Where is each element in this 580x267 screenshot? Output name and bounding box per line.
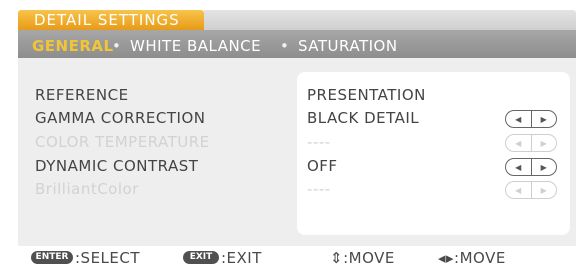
exit-key-icon: EXIT bbox=[183, 251, 219, 264]
menu-title-tab: DETAIL SETTINGS bbox=[18, 10, 204, 30]
title-strip bbox=[204, 10, 576, 30]
enter-action-label: :SELECT bbox=[75, 249, 141, 267]
tab-general[interactable]: GENERAL bbox=[32, 37, 114, 55]
enter-key-icon: ENTER bbox=[31, 251, 73, 264]
color-temperature-stepper: ◀ ▶ bbox=[505, 134, 557, 152]
tab-white-balance[interactable]: WHITE BALANCE bbox=[130, 37, 261, 55]
dynamic-contrast-stepper[interactable]: ◀ ▶ bbox=[505, 158, 557, 176]
row-value-brilliantcolor: ---- bbox=[307, 180, 331, 198]
stepper-left-icon: ◀ bbox=[515, 185, 522, 195]
tab-saturation[interactable]: SATURATION bbox=[298, 37, 398, 55]
gamma-correction-stepper[interactable]: ◀ ▶ bbox=[505, 110, 557, 128]
help-bar: ENTER :SELECT EXIT :EXIT ⇕:MOVE ◂▸:MOVE bbox=[18, 246, 576, 267]
row-label-brilliantcolor: BrilliantColor bbox=[35, 180, 139, 198]
menu-title: DETAIL SETTINGS bbox=[34, 11, 180, 29]
stepper-right-icon[interactable]: ▶ bbox=[532, 111, 557, 127]
tab-bar: GENERAL • WHITE BALANCE • SATURATION bbox=[18, 30, 576, 58]
row-label-dynamic-contrast[interactable]: DYNAMIC CONTRAST bbox=[35, 157, 198, 175]
exit-action-label: :EXIT bbox=[221, 249, 262, 267]
row-value-gamma-correction: BLACK DETAIL bbox=[307, 109, 420, 127]
row-value-color-temperature: ---- bbox=[307, 133, 331, 151]
row-label-reference[interactable]: REFERENCE bbox=[35, 86, 129, 104]
row-label-gamma-correction[interactable]: GAMMA CORRECTION bbox=[35, 109, 206, 127]
row-value-dynamic-contrast: OFF bbox=[307, 157, 338, 175]
tab-separator: • bbox=[280, 37, 290, 55]
brilliantcolor-stepper: ◀ ▶ bbox=[505, 181, 557, 199]
move-vertical-label: ⇕:MOVE bbox=[330, 249, 395, 267]
row-label-color-temperature: COLOR TEMPERATURE bbox=[35, 133, 210, 151]
stepper-right-icon: ▶ bbox=[540, 185, 547, 195]
stepper-left-icon[interactable]: ◀ bbox=[506, 111, 531, 127]
tab-separator: • bbox=[112, 37, 122, 55]
stepper-right-icon[interactable]: ▶ bbox=[532, 159, 557, 175]
stepper-left-icon: ◀ bbox=[515, 138, 522, 148]
stepper-left-icon[interactable]: ◀ bbox=[506, 159, 531, 175]
row-value-reference: PRESENTATION bbox=[307, 86, 426, 104]
stepper-right-icon: ▶ bbox=[540, 138, 547, 148]
move-horizontal-label: ◂▸:MOVE bbox=[438, 249, 506, 267]
